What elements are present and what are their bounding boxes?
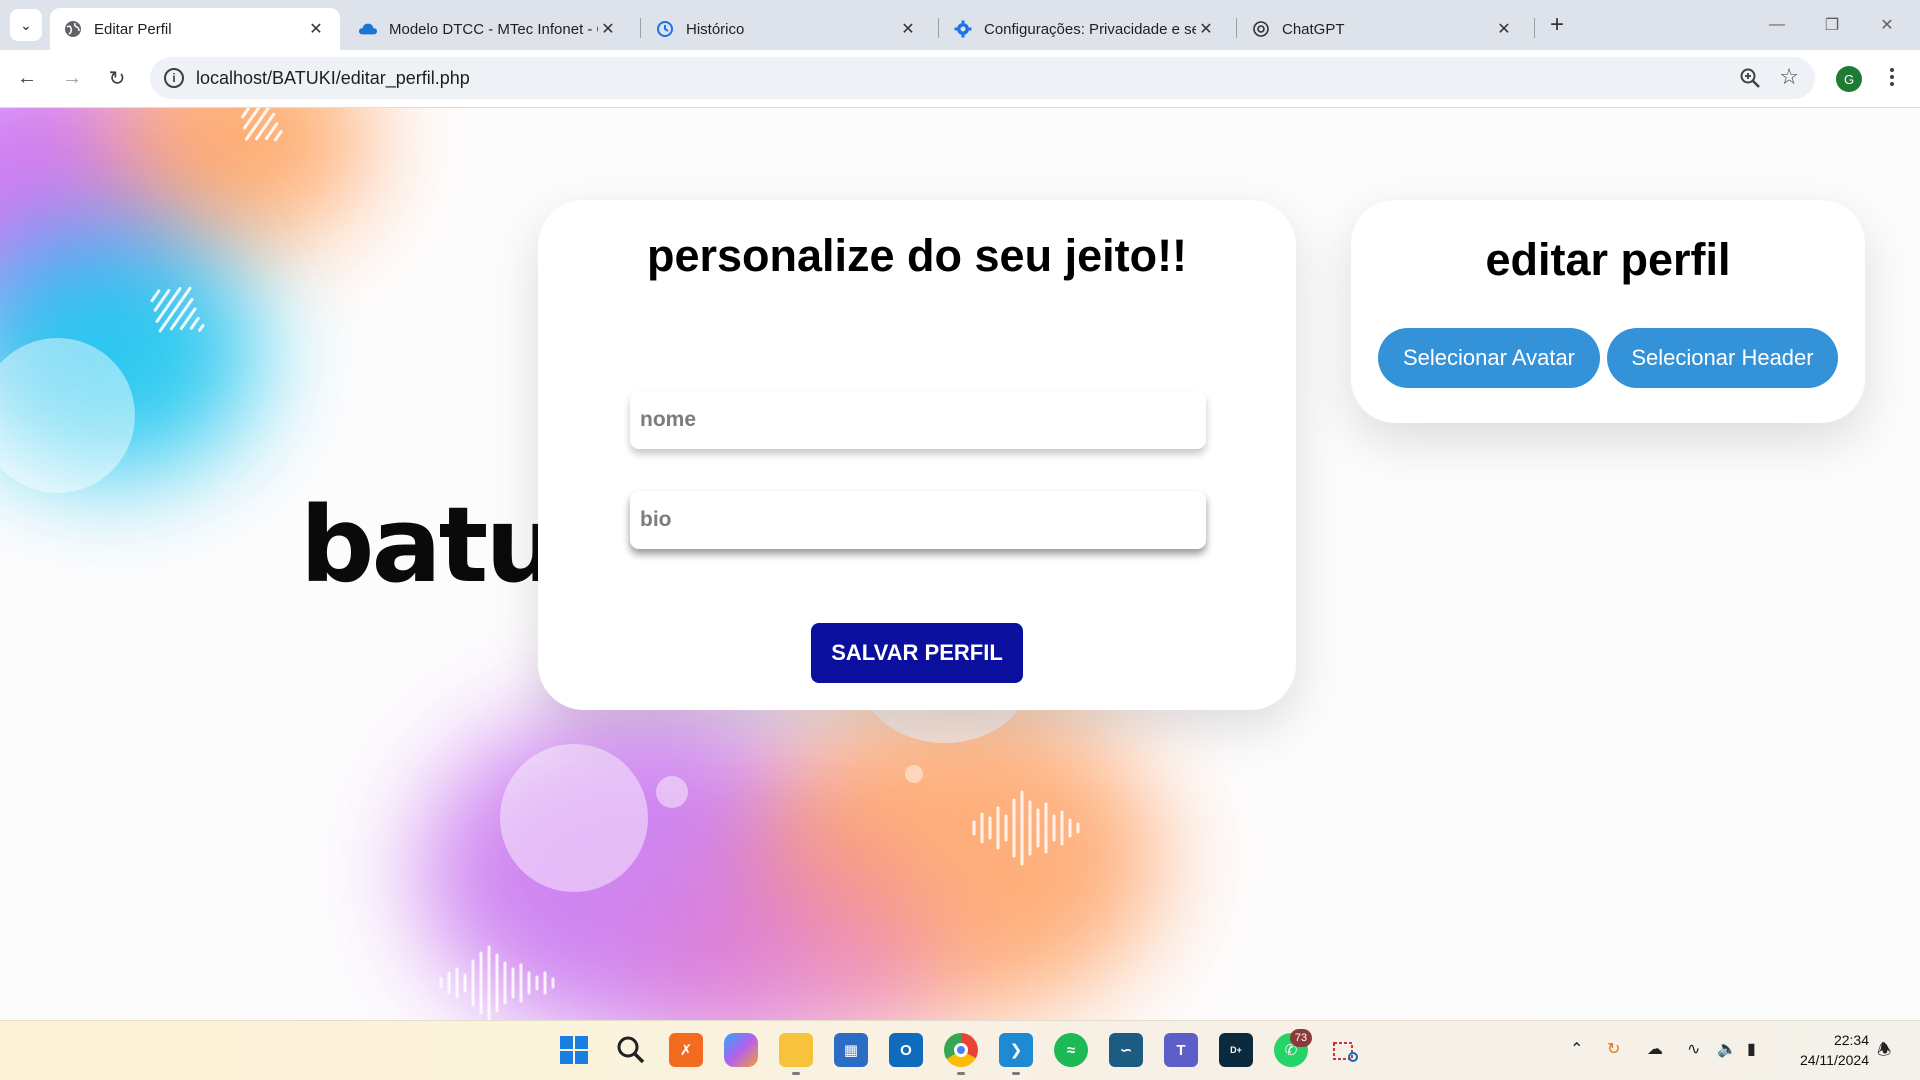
spotify-icon[interactable]: ≈ <box>1054 1033 1088 1067</box>
soundwave-decoration <box>439 945 555 1020</box>
close-icon[interactable]: ✕ <box>898 19 918 39</box>
battery-icon[interactable]: ▮ <box>1747 1039 1756 1059</box>
start-icon[interactable] <box>557 1033 591 1067</box>
history-icon <box>656 20 674 38</box>
chatgpt-icon <box>1252 20 1270 38</box>
zoom-icon[interactable] <box>1739 67 1761 89</box>
profile-avatar[interactable]: G <box>1836 66 1862 92</box>
close-icon: ✕ <box>1880 17 1894 34</box>
clock-time: 22:34 <box>1833 1032 1869 1048</box>
profile-form-card: personalize do seu jeito!! SALVAR PERFIL <box>538 200 1296 710</box>
tab-separator <box>640 18 641 38</box>
decorative-bubble <box>905 765 923 783</box>
restore-icon: ❐ <box>1824 17 1840 34</box>
disney-plus-icon[interactable]: D+ <box>1219 1033 1253 1067</box>
arrow-left-icon: ← <box>17 66 37 89</box>
save-profile-button[interactable]: SALVAR PERFIL <box>811 623 1023 683</box>
batuki-logo: batuki <box>300 493 540 597</box>
onedrive-cloud-icon <box>359 20 377 38</box>
chrome-icon[interactable] <box>944 1033 978 1067</box>
chevron-down-icon: ⌄ <box>20 16 32 33</box>
windows-taskbar: ✗ ▦ O ❯ ≈ ∽ T D+ ✆ 73 ⌃ ↻ ☁ ∿ 🔈 ▮ 22:34 … <box>0 1020 1920 1080</box>
close-icon[interactable]: ✕ <box>1494 19 1514 39</box>
notification-bell-icon[interactable]: 🕭 <box>1877 1039 1891 1066</box>
ms-store-icon[interactable]: ▦ <box>834 1033 868 1067</box>
bio-input[interactable] <box>630 491 1206 549</box>
xampp-icon[interactable]: ✗ <box>669 1033 703 1067</box>
running-indicator <box>1012 1072 1020 1075</box>
tab-historico[interactable]: Histórico ✕ <box>642 8 932 50</box>
vscode-icon[interactable]: ❯ <box>999 1033 1033 1067</box>
restore-button[interactable]: ❐ <box>1805 8 1859 42</box>
volume-icon[interactable]: 🔈 <box>1717 1039 1737 1059</box>
nome-input[interactable] <box>630 391 1206 449</box>
decorative-bubble <box>500 744 648 892</box>
arrow-right-icon: → <box>62 66 82 89</box>
tab-title: Configurações: Privacidade e se <box>984 20 1196 38</box>
search-icon[interactable] <box>614 1033 648 1067</box>
tab-chatgpt[interactable]: ChatGPT ✕ <box>1238 8 1528 50</box>
page-viewport: batuki personalize do seu jeito!! SALVAR… <box>0 108 1920 1020</box>
tab-separator <box>938 18 939 38</box>
tab-modelo-dtcc[interactable]: Modelo DTCC - MTec Infonet - O ✕ <box>345 8 632 50</box>
tab-separator <box>1534 18 1535 38</box>
bookmark-star-icon[interactable]: ☆ <box>1779 64 1799 90</box>
minimize-button[interactable]: — <box>1750 8 1804 42</box>
system-clock[interactable]: 22:34 24/11/2024 <box>1785 1030 1869 1070</box>
running-indicator <box>792 1072 800 1075</box>
forward-button[interactable]: → <box>55 61 89 95</box>
soundwave-decoration <box>150 286 205 333</box>
soundwave-decoration <box>241 108 283 142</box>
globe-icon <box>64 20 82 38</box>
tab-editar-perfil[interactable]: Editar Perfil ✕ <box>50 8 340 50</box>
soundwave-decoration <box>972 790 1080 866</box>
copilot-icon[interactable] <box>724 1033 758 1067</box>
tab-title: ChatGPT <box>1282 20 1345 38</box>
address-bar[interactable]: i localhost/BATUKI/editar_perfil.php ☆ <box>150 57 1815 99</box>
minimize-icon: — <box>1769 16 1785 33</box>
sync-icon[interactable]: ↻ <box>1607 1039 1620 1059</box>
select-header-button[interactable]: Selecionar Header <box>1607 328 1838 388</box>
reload-icon: ↻ <box>108 67 126 90</box>
url-text[interactable]: localhost/BATUKI/editar_perfil.php <box>196 68 470 89</box>
tab-title: Modelo DTCC - MTec Infonet - O <box>389 20 598 38</box>
close-window-button[interactable]: ✕ <box>1860 8 1914 42</box>
close-icon[interactable]: ✕ <box>306 19 326 39</box>
tab-search-button[interactable]: ⌄ <box>10 9 42 41</box>
back-button[interactable]: ← <box>10 61 44 95</box>
edit-profile-card: editar perfil Selecionar Avatar Selecion… <box>1351 200 1865 423</box>
tab-title: Histórico <box>686 20 745 38</box>
tab-configuracoes[interactable]: Configurações: Privacidade e se ✕ <box>940 8 1230 50</box>
close-icon[interactable]: ✕ <box>598 19 618 39</box>
tab-separator <box>1236 18 1237 38</box>
mysql-workbench-icon[interactable]: ∽ <box>1109 1033 1143 1067</box>
reload-button[interactable]: ↻ <box>100 61 134 95</box>
outlook-icon[interactable]: O <box>889 1033 923 1067</box>
gear-icon <box>954 20 972 38</box>
onedrive-icon[interactable]: ☁ <box>1647 1039 1663 1059</box>
whatsapp-badge: 73 <box>1290 1029 1312 1047</box>
select-avatar-button[interactable]: Selecionar Avatar <box>1378 328 1600 388</box>
clock-date: 24/11/2024 <box>1799 1052 1869 1068</box>
site-info-icon[interactable]: i <box>164 68 184 88</box>
chevron-up-icon[interactable]: ⌃ <box>1570 1039 1583 1059</box>
browser-toolbar: ← → ↻ i localhost/BATUKI/editar_perfil.p… <box>0 50 1920 108</box>
tab-title: Editar Perfil <box>94 20 172 38</box>
wifi-icon[interactable]: ∿ <box>1687 1039 1700 1059</box>
decorative-bubble <box>656 776 688 808</box>
plus-icon: + <box>1549 11 1564 38</box>
file-explorer-icon[interactable] <box>779 1033 813 1067</box>
browser-menu-button[interactable] <box>1880 62 1904 92</box>
new-tab-button[interactable]: + <box>1543 11 1571 39</box>
form-title: personalize do seu jeito!! <box>646 230 1188 281</box>
tab-strip: ⌄ Editar Perfil ✕ Modelo DTCC - MTec Inf… <box>0 0 1920 50</box>
teams-icon[interactable]: T <box>1164 1033 1198 1067</box>
snipping-tool-icon[interactable] <box>1329 1033 1363 1067</box>
running-indicator <box>957 1072 965 1075</box>
side-card-title: editar perfil <box>1485 234 1731 285</box>
close-icon[interactable]: ✕ <box>1196 19 1216 39</box>
